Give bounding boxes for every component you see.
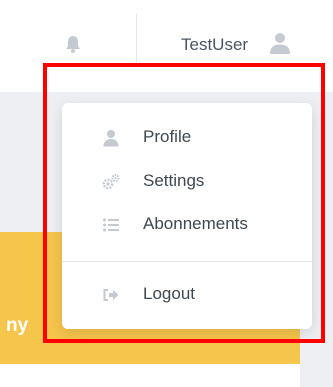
highlight-box bbox=[43, 63, 325, 343]
username-label[interactable]: TestUser bbox=[181, 35, 248, 55]
card-title: ny bbox=[6, 315, 29, 336]
bell-icon[interactable] bbox=[63, 34, 83, 54]
user-icon[interactable] bbox=[268, 31, 292, 55]
header-divider bbox=[136, 14, 137, 64]
card-body bbox=[0, 364, 300, 387]
